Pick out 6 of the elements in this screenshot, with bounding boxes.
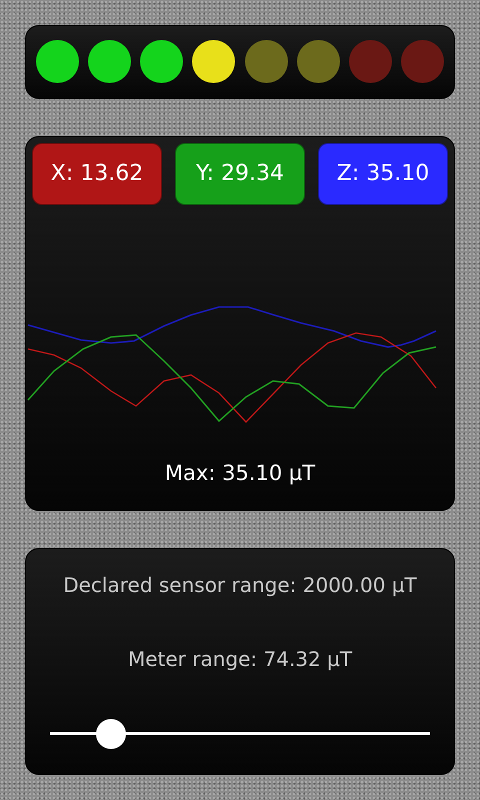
max-reading: Max: 35.10 μT — [164, 460, 316, 485]
meter-range-text: Meter range: 74.32 μT — [128, 647, 352, 672]
slider-thumb[interactable] — [96, 719, 126, 750]
axis-reading-button[interactable]: Z: 35.10 — [318, 142, 448, 205]
axis-reading-button[interactable]: X: 13.62 — [32, 142, 162, 205]
declared-range-text: Declared sensor range: 2000.00 μT — [63, 573, 417, 598]
